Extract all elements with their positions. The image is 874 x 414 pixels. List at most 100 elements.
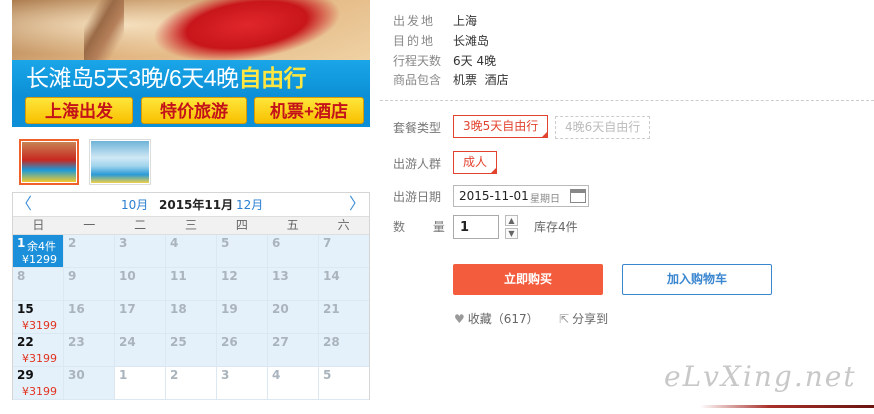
destination-value: 长滩岛 [453, 34, 490, 48]
quantity-increase-icon[interactable]: ▲ [505, 215, 518, 226]
calendar-day: 1 [115, 367, 166, 400]
calendar-day-number: 8 [17, 269, 26, 283]
calendar-day[interactable]: 15 ¥3199 [13, 301, 64, 334]
banner-title: 长滩岛5天3晚/6天4晚自由行 [26, 62, 366, 94]
calendar-day-number: 28 [323, 335, 340, 349]
people-option-adult[interactable]: 成人 [453, 151, 498, 174]
calendar-day: 13 [268, 268, 319, 301]
calendar-day[interactable]: 29 ¥3199 [13, 367, 64, 400]
calendar-day-number: 9 [68, 269, 77, 283]
calendar-day-number: 3 [221, 368, 230, 382]
calendar-day: 26 [217, 334, 268, 367]
calendar-day-number: 4 [272, 368, 281, 382]
banner-title-suffix: 自由行 [238, 65, 307, 91]
calendar-week-row: 22 ¥3199 23 24 25 26 27 28 [13, 334, 369, 367]
weekday-sat: 六 [337, 218, 350, 232]
calendar-weekday-row: 日 一 二 三 四 五 六 [13, 216, 369, 235]
price-calendar: 〈 10月 2015年11月 12月 〉 日 一 二 三 四 五 六 1 余4件 ¥… [12, 192, 370, 400]
share-link[interactable]: ⇱ 分享到 [559, 310, 608, 327]
calendar-day-number: 30 [68, 368, 85, 382]
weekday-wed: 三 [185, 218, 198, 232]
calendar-day: 6 [268, 235, 319, 268]
calendar-day-number: 22 [17, 335, 34, 349]
calendar-day: 18 [166, 301, 217, 334]
share-label: 分享到 [572, 312, 609, 326]
calendar-day: 5 [217, 235, 268, 268]
calendar-week-row: 29 ¥3199 30 1 2 3 4 5 [13, 367, 369, 400]
calendar-day[interactable]: 22 ¥3199 [13, 334, 64, 367]
calendar-day: 2 [64, 235, 115, 268]
banner-title-prefix: 长滩岛 [26, 65, 94, 91]
calendar-day: 25 [166, 334, 217, 367]
calendar-day-number: 12 [221, 269, 238, 283]
calendar-day: 10 [115, 268, 166, 301]
calendar-day: 21 [319, 301, 369, 334]
calendar-day-number: 5 [323, 368, 332, 382]
calendar-day-stock: 余4件 [27, 240, 56, 253]
calendar-day: 23 [64, 334, 115, 367]
favorite-link[interactable]: ♥ 收藏（617） [454, 310, 539, 327]
weekday-fri: 五 [286, 218, 299, 232]
package-option-other[interactable]: 4晚6天自由行 [555, 116, 651, 139]
calendar-day[interactable]: 1 余4件 ¥1299 [13, 235, 64, 268]
days-label: 行程天数 [393, 54, 442, 68]
calendar-day-number: 6 [272, 236, 281, 250]
calendar-weeks: 1 余4件 ¥1299 2 3 4 5 6 7 8 9 10 11 12 13 14 15 ¥3199 16 17 18… [13, 235, 369, 400]
calendar-day-number: 17 [119, 302, 136, 316]
calendar-day: 16 [64, 301, 115, 334]
package-option-selected[interactable]: 3晚5天自由行 [453, 115, 549, 138]
people-label: 出游人群 [393, 157, 442, 171]
weekday-mon: 一 [83, 218, 96, 232]
calendar-day: 24 [115, 334, 166, 367]
calendar-day: 2 [166, 367, 217, 400]
calendar-next-month[interactable]: 12月 [236, 196, 263, 213]
calendar-day-number: 11 [170, 269, 187, 283]
departure-label: 出发地 [393, 14, 436, 28]
calendar-day-number: 16 [68, 302, 85, 316]
add-to-cart-button[interactable]: 加入购物车 [622, 264, 772, 295]
calendar-day: 8 [13, 268, 64, 301]
calendar-icon[interactable] [570, 189, 586, 203]
calendar-day-number: 29 [17, 368, 34, 382]
calendar-day: 4 [166, 235, 217, 268]
calendar-day-number: 3 [119, 236, 128, 250]
calendar-day-number: 5 [221, 236, 230, 250]
calendar-day-number: 19 [221, 302, 238, 316]
calendar-day: 17 [115, 301, 166, 334]
quantity-label: 数 量 [393, 220, 457, 234]
calendar-day-number: 15 [17, 302, 34, 316]
thumbnail-2[interactable] [89, 139, 151, 185]
calendar-prev-arrow-icon[interactable]: 〈 [16, 194, 32, 214]
calendar-day-number: 2 [68, 236, 77, 250]
calendar-day-number: 10 [119, 269, 136, 283]
quantity-input[interactable]: 1 [453, 215, 499, 239]
buy-now-button[interactable]: 立即购买 [453, 264, 603, 295]
calendar-day-price: ¥3199 [22, 385, 57, 398]
calendar-current-month: 2015年11月 [159, 198, 234, 212]
thumbnail-1[interactable] [19, 139, 79, 185]
weekday-sun: 日 [32, 218, 45, 232]
calendar-week-row: 15 ¥3199 16 17 18 19 20 21 [13, 301, 369, 334]
banner-tag-special: 特价旅游 [141, 97, 247, 124]
calendar-day: 28 [319, 334, 369, 367]
calendar-prev-month[interactable]: 10月 [121, 196, 148, 213]
calendar-day-number: 26 [221, 335, 238, 349]
calendar-day: 27 [268, 334, 319, 367]
calendar-day: 30 [64, 367, 115, 400]
weekday-thu: 四 [235, 218, 248, 232]
calendar-day: 14 [319, 268, 369, 301]
travel-date-weekday: 星期日 [530, 194, 560, 205]
favorite-label: 收藏（617） [467, 312, 539, 326]
calendar-day: 3 [217, 367, 268, 400]
calendar-day-number: 4 [170, 236, 179, 250]
banner-tag-departure: 上海出发 [25, 97, 133, 124]
calendar-next-arrow-icon[interactable]: 〉 [349, 194, 365, 214]
calendar-day-number: 23 [68, 335, 85, 349]
banner-tag-package: 机票+酒店 [254, 97, 364, 124]
calendar-day-number: 13 [272, 269, 289, 283]
calendar-day-number: 27 [272, 335, 289, 349]
travel-date-input[interactable]: 2015-11-01 星期日 [453, 185, 589, 207]
calendar-day: 11 [166, 268, 217, 301]
calendar-day: 20 [268, 301, 319, 334]
quantity-decrease-icon[interactable]: ▼ [505, 228, 518, 239]
